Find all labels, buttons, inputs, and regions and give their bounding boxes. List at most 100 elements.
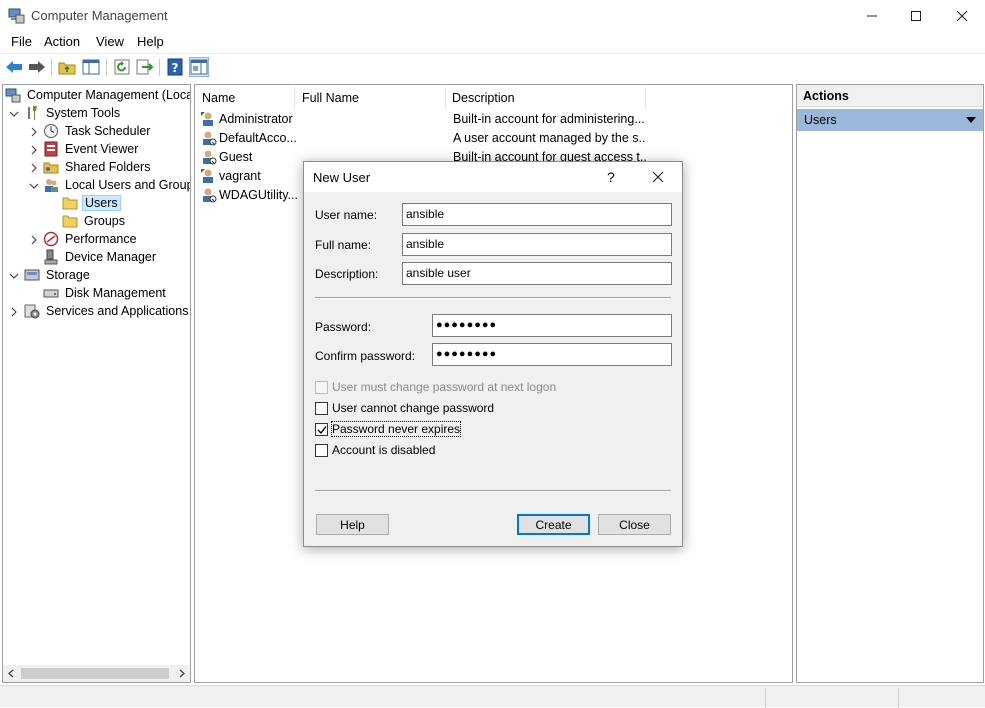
menu-file[interactable]: File [11,34,32,49]
menu-view[interactable]: View [96,34,124,49]
close-button[interactable]: Close [598,514,671,535]
export-list-button[interactable] [135,57,155,77]
tree-item-label: Groups [84,214,125,228]
back-button[interactable] [4,57,24,77]
up-one-level-button[interactable] [57,57,77,77]
column-header-description[interactable]: Description [445,89,645,109]
toolbar-separator [51,59,52,76]
tree-item-local-users-and-groups[interactable]: Local Users and Groups [43,176,190,194]
cannot-change-password-checkbox[interactable]: User cannot change password [315,400,494,416]
tree-item-device-manager[interactable]: Device Manager [43,248,158,266]
must-change-password-checkbox[interactable]: User must change password at next logon [315,379,556,395]
user-name-field[interactable]: ansible [402,203,672,226]
chevron-right-icon[interactable] [9,307,19,317]
actions-section-users[interactable]: Users [797,109,983,131]
maximize-button[interactable] [893,0,939,31]
password-never-expires-checkbox[interactable]: Password never expires [315,421,462,437]
chevron-right-icon[interactable] [29,145,39,155]
create-button[interactable]: Create [517,514,590,535]
dialog-help-button[interactable]: ? [607,169,615,185]
maximize-icon [911,10,921,21]
tree-item-label: Services and Applications [46,304,189,318]
column-divider[interactable] [645,87,646,109]
tree-item-users[interactable]: Users [62,194,121,212]
tree-item-disk-management[interactable]: Disk Management [43,284,168,302]
scroll-right-icon[interactable] [178,669,186,678]
minimize-icon [867,15,877,16]
computer-management-icon [5,88,21,103]
tree-item-shared-folders[interactable]: Shared Folders [43,158,152,176]
tree-item-label: Task Scheduler [65,124,151,138]
tree-item-label: System Tools [46,106,121,120]
column-header-full-name[interactable]: Full Name [295,89,445,109]
chevron-down-icon[interactable] [29,181,39,191]
chevron-right-icon[interactable] [29,127,39,137]
checkbox-box[interactable] [315,380,328,394]
refresh-button[interactable] [112,57,132,77]
help-button[interactable]: Help [316,514,389,535]
checkbox-label: Password never expires [330,421,462,437]
tree-item-storage[interactable]: Storage [24,266,92,284]
chevron-right-icon[interactable] [29,163,39,173]
list-item[interactable]: Administrator Built-in account for admin… [200,110,790,129]
close-button[interactable] [939,0,985,31]
user-name: vagrant [219,169,261,183]
full-name-field[interactable]: ansible [402,233,672,256]
tree-item-label: Users [82,195,121,211]
disk-icon [43,289,59,298]
scroll-left-icon[interactable] [7,669,15,678]
tree-item-computer-management[interactable]: Computer Management (Local [5,86,190,104]
device-manager-icon [44,249,58,265]
show-hide-console-tree-button[interactable] [81,57,101,77]
user-icon [201,169,213,183]
tree-item-groups[interactable]: Groups [62,212,127,230]
tree-item-system-tools[interactable]: System Tools [24,104,122,122]
chevron-down-icon[interactable] [9,109,19,119]
user-name: Administrator [219,112,293,126]
show-action-pane-icon [190,59,208,75]
actions-header: Actions [797,85,983,107]
tree-item-event-viewer[interactable]: Event Viewer [43,140,140,158]
scrollbar-thumb[interactable] [21,668,169,679]
dialog-title: New User [313,170,371,185]
description-field[interactable]: ansible user [402,262,672,285]
close-icon[interactable] [649,168,667,186]
title-bar: Computer Management [0,0,985,32]
list-item[interactable]: DefaultAcco... A user account managed by… [200,129,790,148]
column-header-name[interactable]: Name [195,89,294,109]
console-tree[interactable]: Computer Management (Local System Tools … [2,84,191,683]
tree-item-services-and-applications[interactable]: Services and Applications [24,302,190,320]
menu-help[interactable]: Help [137,34,164,49]
tree-item-task-scheduler[interactable]: Task Scheduler [43,122,152,140]
svg-text:?: ? [172,61,179,75]
services-icon [24,304,40,319]
chevron-right-icon[interactable] [29,235,39,245]
caret-down-icon[interactable] [966,117,976,123]
checkbox-box[interactable] [315,422,328,436]
account-disabled-checkbox[interactable]: Account is disabled [315,442,435,458]
up-folder-icon [58,62,76,75]
help-button[interactable]: ? [165,57,185,77]
confirm-password-label: Confirm password: [315,349,416,363]
chevron-down-icon[interactable] [9,271,19,281]
tree-item-performance[interactable]: Performance [43,230,139,248]
checkbox-box[interactable] [315,401,328,415]
shared-folder-icon [43,162,59,174]
event-viewer-icon [44,141,58,157]
disabled-user-icon [203,150,217,165]
show-hide-action-pane-button[interactable] [189,57,209,77]
user-name: Guest [219,150,253,164]
users-groups-icon [45,179,58,192]
password-field[interactable]: ●●●●●●●● [432,314,672,337]
minimize-button[interactable] [849,0,895,31]
tools-icon [28,106,37,120]
tree-item-label: Event Viewer [65,142,139,156]
horizontal-scrollbar[interactable] [3,665,190,682]
checkbox-box[interactable] [315,443,328,457]
menu-action[interactable]: Action [44,34,80,49]
status-divider [765,688,766,708]
user-description: Built-in account for administering... [453,112,645,126]
forward-button[interactable] [27,57,47,77]
storage-icon [24,269,40,281]
confirm-password-field[interactable]: ●●●●●●●● [432,343,672,366]
